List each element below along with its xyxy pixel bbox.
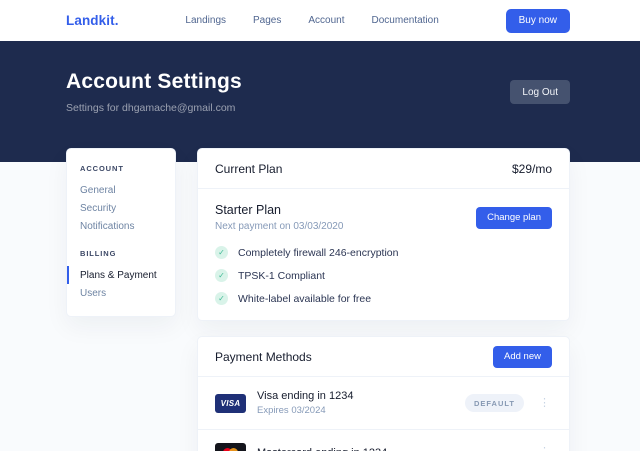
hero-text: Account Settings Settings for dhgamache@… [66, 70, 242, 114]
current-plan-header: Current Plan $29/mo [198, 149, 569, 189]
sidebar-list-account: General Security Notifications [67, 181, 175, 235]
hero-header: Account Settings Settings for dhgamache@… [0, 41, 640, 162]
visa-logo-icon: VISA [215, 394, 246, 413]
sidebar-item-security[interactable]: Security [67, 199, 175, 217]
sidebar-item-users[interactable]: Users [67, 284, 175, 302]
next-payment-date: Next payment on 03/03/2020 [215, 221, 343, 232]
page-subtitle: Settings for dhgamache@gmail.com [66, 102, 242, 114]
logout-button[interactable]: Log Out [510, 80, 570, 104]
card-title: Visa ending in 1234 [257, 390, 353, 402]
card-info: Visa ending in 1234 Expires 03/2024 [257, 390, 353, 416]
card-menu-icon[interactable]: ⋮ [537, 447, 552, 451]
change-plan-button[interactable]: Change plan [476, 207, 552, 229]
current-plan-card: Current Plan $29/mo Starter Plan Next pa… [197, 148, 570, 321]
main-column: Current Plan $29/mo Starter Plan Next pa… [197, 148, 570, 451]
feature-row: ✓ White-label available for free [215, 292, 552, 305]
current-plan-body: Starter Plan Next payment on 03/03/2020 … [198, 189, 569, 320]
sidebar-item-notifications[interactable]: Notifications [67, 217, 175, 235]
page-title: Account Settings [66, 70, 242, 94]
feature-label: Completely firewall 246-encryption [238, 247, 399, 259]
payment-card-row-visa: VISA Visa ending in 1234 Expires 03/2024… [198, 377, 569, 429]
payment-card-row-mastercard: Mastercard ending in 1234 ⋮ [198, 429, 569, 451]
sidebar-heading-billing: Billing [67, 249, 175, 258]
feature-label: White-label available for free [238, 293, 371, 305]
check-icon: ✓ [215, 246, 228, 259]
sidebar-item-plans-payment[interactable]: Plans & Payment [67, 266, 175, 284]
nav-item-landings[interactable]: Landings [185, 15, 226, 26]
current-plan-title: Current Plan [215, 162, 282, 176]
buy-now-button[interactable]: Buy now [506, 9, 570, 33]
logo[interactable]: Landkit. [66, 13, 119, 28]
sidebar-list-billing: Plans & Payment Users [67, 266, 175, 302]
feature-row: ✓ TPSK-1 Compliant [215, 269, 552, 282]
sidebar-item-general[interactable]: General [67, 181, 175, 199]
plan-price: $29/mo [512, 162, 552, 176]
nav-item-documentation[interactable]: Documentation [372, 15, 439, 26]
payment-methods-card: Payment Methods Add new VISA Visa ending… [197, 336, 570, 451]
plan-features: ✓ Completely firewall 246-encryption ✓ T… [215, 246, 552, 305]
top-navbar: Landkit. Landings Pages Account Document… [0, 0, 640, 41]
check-icon: ✓ [215, 269, 228, 282]
card-menu-icon[interactable]: ⋮ [537, 398, 552, 409]
payment-methods-title: Payment Methods [215, 350, 312, 364]
card-expiry: Expires 03/2024 [257, 405, 353, 416]
nav-item-account[interactable]: Account [308, 15, 344, 26]
page: Landkit. Landings Pages Account Document… [0, 0, 640, 451]
add-new-button[interactable]: Add new [493, 346, 552, 368]
main-nav: Landings Pages Account Documentation [119, 15, 506, 26]
plan-name: Starter Plan [215, 203, 343, 217]
nav-item-pages[interactable]: Pages [253, 15, 281, 26]
card-title: Mastercard ending in 1234 [257, 447, 387, 451]
default-badge: DEFAULT [465, 394, 524, 412]
settings-sidebar: Account General Security Notifications B… [66, 148, 176, 317]
feature-row: ✓ Completely firewall 246-encryption [215, 246, 552, 259]
sidebar-heading-account: Account [67, 164, 175, 173]
mastercard-logo-icon [215, 443, 246, 451]
feature-label: TPSK-1 Compliant [238, 270, 325, 282]
content-area: Account General Security Notifications B… [0, 148, 640, 451]
payment-methods-header: Payment Methods Add new [198, 337, 569, 377]
check-icon: ✓ [215, 292, 228, 305]
plan-summary: Starter Plan Next payment on 03/03/2020 [215, 203, 343, 232]
card-info: Mastercard ending in 1234 [257, 447, 387, 451]
